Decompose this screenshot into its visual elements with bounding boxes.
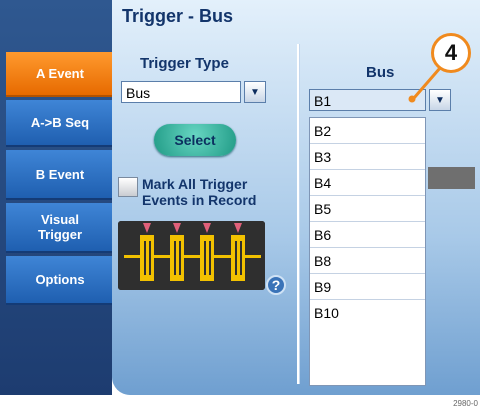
bus-option[interactable]: B3 — [310, 144, 425, 170]
help-icon[interactable]: ? — [266, 275, 286, 295]
waveform-thumbnail — [118, 221, 265, 290]
bus-option[interactable]: B6 — [310, 222, 425, 248]
select-button[interactable]: Select — [154, 124, 236, 156]
bus-dropdown-list[interactable]: B2 B3 B4 B5 B6 B8 B9 B10 — [309, 117, 426, 386]
mark-all-checkbox[interactable] — [118, 177, 138, 197]
chevron-down-icon: ▼ — [435, 94, 445, 106]
tab-options[interactable]: Options — [6, 256, 114, 305]
bus-label: Bus — [366, 64, 395, 81]
bus-dropdown[interactable]: B1 — [309, 89, 426, 111]
figure-code: 2980-0 — [453, 399, 478, 408]
callout-badge: 4 — [431, 33, 471, 73]
bus-option[interactable]: B10 — [310, 300, 425, 326]
waveform-graphic — [118, 221, 265, 290]
bus-option[interactable]: B8 — [310, 248, 425, 274]
mark-all-label: Mark All Trigger Events in Record — [142, 176, 257, 208]
trigger-type-dropdown[interactable]: Bus — [121, 81, 241, 103]
bus-option[interactable]: B9 — [310, 274, 425, 300]
bus-option[interactable]: B5 — [310, 196, 425, 222]
bus-option[interactable]: B2 — [310, 118, 425, 144]
trigger-type-label: Trigger Type — [140, 55, 229, 72]
hidden-field — [428, 167, 475, 189]
column-divider — [297, 44, 299, 384]
tab-b-event[interactable]: B Event — [6, 150, 114, 200]
tab-visual-trigger[interactable]: Visual Trigger — [6, 203, 114, 253]
bus-dropdown-arrow[interactable]: ▼ — [429, 89, 451, 111]
bus-option[interactable]: B4 — [310, 170, 425, 196]
chevron-down-icon: ▼ — [250, 86, 260, 98]
trigger-type-dropdown-arrow[interactable]: ▼ — [244, 81, 266, 103]
tab-a-event[interactable]: A Event — [6, 52, 114, 97]
tab-a-b-seq[interactable]: A->B Seq — [6, 100, 114, 147]
panel-title: Trigger - Bus — [122, 6, 234, 26]
